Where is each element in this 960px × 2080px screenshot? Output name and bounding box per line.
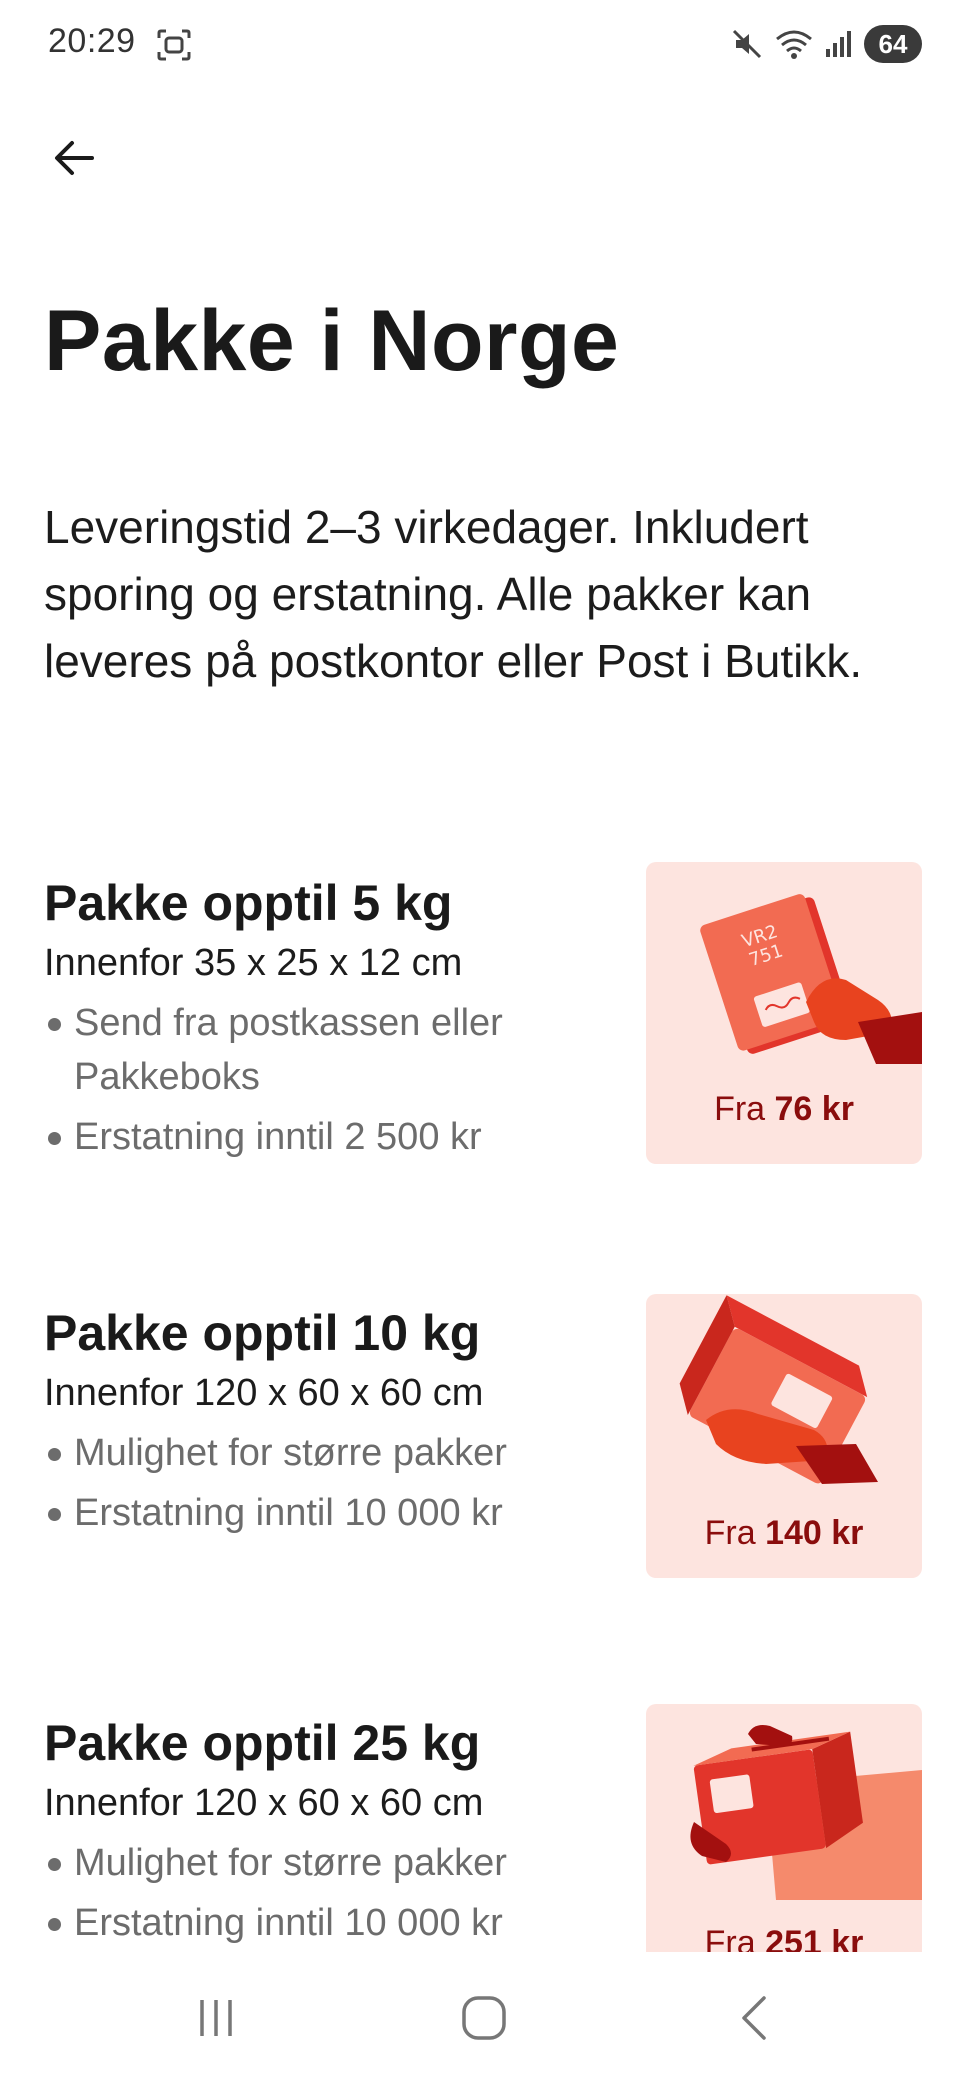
package-features: Send fra postkassen eller Pakkeboks Erst… [44,996,604,1164]
battery-indicator: 64 [864,25,922,63]
wifi-icon [774,27,814,61]
screenshot-icon [156,28,192,62]
feature-item: Mulighet for større pakker [44,1836,604,1890]
package-dimensions: Innenfor 35 x 25 x 12 cm [44,942,463,984]
home-button[interactable] [444,1988,524,2048]
package-dimensions: Innenfor 120 x 60 x 60 cm [44,1782,484,1824]
signal-icon [824,29,854,59]
price-value: 251 kr [765,1924,864,1952]
package-features: Mulighet for større pakker Erstatning in… [44,1426,604,1540]
recent-apps-icon [200,2000,232,2036]
feature-item: Erstatning inntil 2 500 kr [44,1110,604,1164]
package-title: Pakke opptil 10 kg [44,1305,481,1361]
feature-item: Erstatning inntil 10 000 kr [44,1486,604,1540]
price-label: Fra 251 kr [646,1924,922,1952]
feature-item: Mulighet for større pakker [44,1426,604,1480]
feature-item: Erstatning inntil 10 000 kr [44,1896,604,1950]
hand-holding-small-package-illustration: VR2 751 [700,894,922,1064]
package-title: Pakke opptil 5 kg [44,875,453,931]
intro-text: Leveringstid 2–3 virkedager. Inkludert s… [44,501,863,687]
price-label: Fra 140 kr [646,1514,922,1553]
system-navigation-bar [0,1960,960,2080]
recent-apps-button[interactable] [176,1988,256,2048]
package-dimensions: Innenfor 120 x 60 x 60 cm [44,1372,484,1414]
price-value: 76 kr [774,1090,854,1128]
package-title: Pakke opptil 25 kg [44,1715,481,1771]
hands-holding-medium-package-illustration [679,1295,878,1484]
price-card[interactable]: Fra 140 kr [646,1294,922,1578]
price-value: 140 kr [765,1514,864,1552]
status-time: 20:29 [48,22,136,60]
system-back-button[interactable] [714,1988,794,2048]
feature-item: Send fra postkassen eller Pakkeboks [44,996,604,1104]
price-card[interactable]: Fra 251 kr [646,1704,922,1952]
mute-icon [730,27,764,61]
back-icon [742,1996,766,2040]
arrow-left-icon [55,141,94,175]
hands-carrying-large-box-illustration [690,1725,922,1900]
home-icon [462,1996,506,2040]
package-features: Mulighet for større pakker Erstatning in… [44,1836,604,1950]
status-bar: 20:29 64 [0,0,960,92]
price-label: Fra 76 kr [646,1090,922,1129]
page-title: Pakke i Norge [44,293,620,389]
price-prefix: Fra [704,1514,756,1552]
price-prefix: Fra [714,1090,766,1128]
price-prefix: Fra [704,1924,756,1952]
price-card[interactable]: VR2 751 Fra 76 kr [646,862,922,1164]
back-button[interactable] [44,128,104,188]
